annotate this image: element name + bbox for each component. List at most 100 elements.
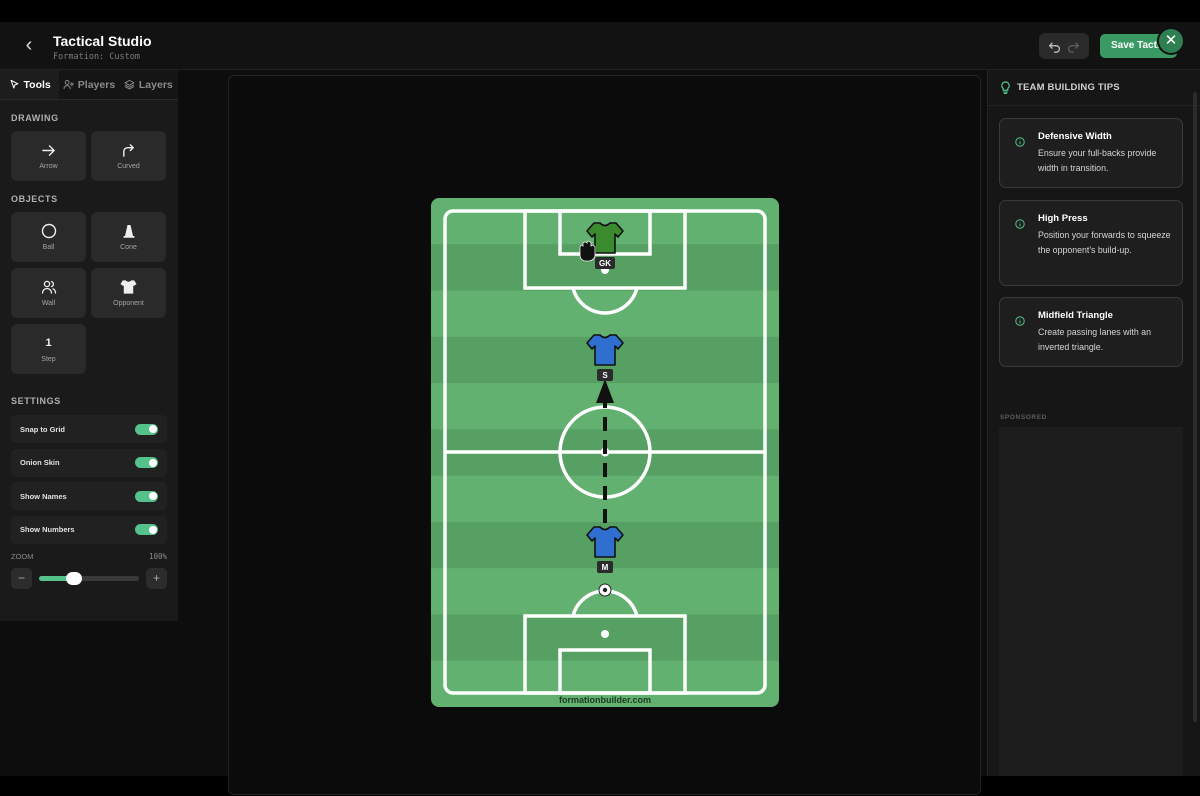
tip-body: Ensure your full-backs provide width in … — [1038, 148, 1157, 173]
tip-body: Position your forwards to squeeze the op… — [1038, 230, 1171, 255]
setting-snap-to-grid: Snap to Grid — [11, 415, 167, 443]
tool-label: Cone — [120, 244, 137, 251]
user-plus-icon — [63, 80, 74, 90]
ad-slot — [999, 427, 1183, 776]
setting-show-numbers: Show Numbers — [11, 515, 167, 544]
player-label-text: S — [602, 371, 608, 380]
player-label-text: M — [602, 563, 609, 572]
shirt-icon — [120, 280, 137, 294]
back-button[interactable]: ‹ — [18, 34, 40, 56]
setting-label: Snap to Grid — [20, 424, 65, 434]
zoom-in-button[interactable]: + — [146, 568, 167, 589]
tab-label: Tools — [23, 78, 51, 91]
info-icon — [1015, 219, 1025, 229]
header: ‹ Tactical Studio Formation: Custom Save… — [0, 22, 1200, 70]
tip-card: Defensive Width Ensure your full-backs p… — [999, 118, 1183, 188]
zoom-row: ZOOM 100% — [11, 552, 167, 561]
tab-players[interactable]: Players — [59, 70, 118, 99]
setting-label: Show Numbers — [20, 525, 75, 534]
tool-label: Wall — [41, 300, 56, 307]
tip-card: High Press Position your forwards to squ… — [999, 200, 1183, 286]
tab-label: Players — [77, 78, 116, 91]
zoom-out-button[interactable]: − — [11, 568, 32, 589]
zoom-control: − + — [11, 568, 167, 590]
settings-section: SETTINGS Snap to Grid Onion Skin Show Na… — [0, 396, 178, 590]
tool-label: Arrow — [39, 163, 58, 170]
section-title: DRAWING — [11, 113, 59, 123]
pitch-svg: GK S M formationbuilder.com — [431, 198, 779, 707]
tab-label: Layers — [138, 78, 173, 91]
step-tool-button[interactable]: 1 Step — [11, 324, 86, 374]
tool-label: Curved — [117, 163, 140, 170]
app-window: ‹ Tactical Studio Formation: Custom Save… — [0, 22, 1200, 795]
cone-icon — [123, 225, 134, 238]
info-icon — [1015, 316, 1025, 326]
zoom-label: ZOOM — [11, 551, 34, 561]
minus-icon: − — [17, 571, 25, 585]
snap-to-grid-toggle[interactable] — [135, 423, 158, 435]
layers-icon — [124, 79, 135, 90]
sponsored-label: SPONSORED — [1000, 414, 1047, 421]
show-numbers-toggle[interactable] — [135, 524, 158, 535]
right-sidebar: TEAM BUILDING TIPS Defensive Width Ensur… — [987, 70, 1200, 776]
objects-section: OBJECTS Ball Cone Wall Opponent 1 Step — [0, 194, 178, 374]
section-title: SETTINGS — [11, 396, 61, 406]
setting-show-names: Show Names — [11, 482, 167, 510]
football-ball[interactable] — [598, 583, 612, 597]
tips-header: TEAM BUILDING TIPS — [988, 70, 1200, 106]
tool-label: Opponent — [113, 300, 144, 307]
tips-title: TEAM BUILDING TIPS — [1017, 82, 1120, 93]
info-icon — [1015, 137, 1025, 147]
drawing-section: DRAWING Arrow Curved — [0, 113, 178, 181]
pointer-icon — [10, 79, 18, 89]
arrow-right-icon — [42, 144, 55, 156]
step-number: 1 — [45, 337, 52, 349]
undo-redo-group — [1039, 33, 1089, 59]
opponent-tool-button[interactable]: Opponent — [91, 268, 166, 318]
tab-layers[interactable]: Layers — [119, 70, 178, 99]
lightbulb-icon — [1001, 81, 1010, 94]
setting-onion-skin: Onion Skin — [11, 448, 167, 477]
tip-card: Midfield Triangle Create passing lanes w… — [999, 297, 1183, 367]
player-label-text: GK — [599, 259, 611, 268]
curved-tool-button[interactable]: Curved — [91, 131, 166, 181]
tactics-canvas[interactable]: GK S M formationbuilder.com — [228, 75, 981, 795]
zoom-slider[interactable] — [39, 572, 139, 585]
cone-tool-button[interactable]: Cone — [91, 212, 166, 262]
section-title: OBJECTS — [11, 194, 58, 204]
ball-tool-button[interactable]: Ball — [11, 212, 86, 262]
tab-tools[interactable]: Tools — [0, 70, 60, 99]
pitch-watermark: formationbuilder.com — [559, 695, 651, 705]
zoom-slider-thumb[interactable] — [66, 572, 82, 585]
wall-tool-button[interactable]: Wall — [11, 268, 86, 318]
plus-icon: + — [152, 571, 160, 585]
player-label-s: S — [597, 369, 613, 381]
show-names-toggle[interactable] — [135, 490, 158, 502]
tool-label: Ball — [42, 244, 55, 251]
close-icon: ✕ — [1164, 32, 1178, 49]
close-button[interactable]: ✕ — [1159, 29, 1183, 53]
curved-arrow-icon — [123, 143, 134, 157]
app-title: Tactical Studio — [53, 33, 152, 49]
tool-label: Step — [41, 356, 56, 363]
left-sidebar: Tools Players Layers DRAWING Arrow Curve… — [0, 70, 178, 621]
circle-icon — [41, 223, 56, 239]
window-top-bar — [0, 0, 1200, 22]
zoom-value: 100% — [148, 551, 167, 561]
bottom-penalty-spot — [601, 630, 609, 638]
tip-body: Create passing lanes with an inverted tr… — [1038, 327, 1151, 352]
undo-icon[interactable] — [1048, 40, 1061, 53]
tip-title: High Press — [1038, 213, 1088, 224]
users-icon — [41, 280, 56, 294]
redo-icon[interactable] — [1067, 40, 1080, 53]
player-label-m: M — [597, 561, 613, 573]
formation-subtitle: Formation: Custom — [53, 52, 140, 62]
arrow-tool-button[interactable]: Arrow — [11, 131, 86, 181]
tip-title: Midfield Triangle — [1038, 310, 1113, 321]
onion-skin-toggle[interactable] — [135, 457, 158, 468]
scrollbar[interactable] — [1193, 92, 1197, 722]
setting-label: Show Names — [20, 491, 67, 501]
sidebar-tabs: Tools Players Layers — [0, 70, 178, 100]
tip-title: Defensive Width — [1038, 131, 1112, 142]
chevron-left-icon: ‹ — [25, 34, 33, 56]
